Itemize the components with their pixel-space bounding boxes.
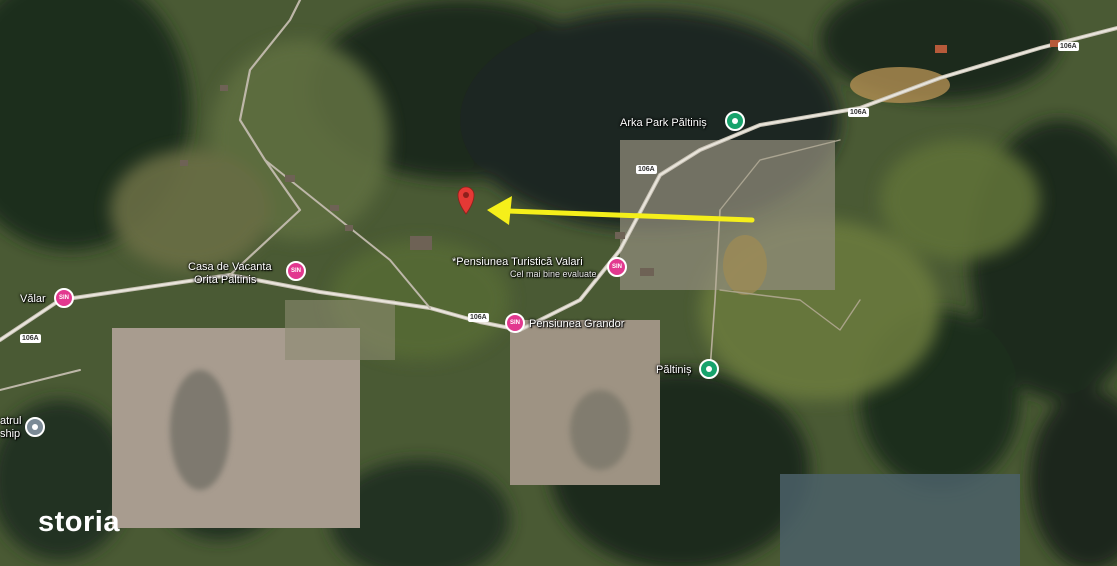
place-marker-paltinis[interactable] (699, 359, 719, 379)
place-label-grandor[interactable]: Pensiunea Grandor (529, 318, 624, 331)
storia-logo: storia (38, 506, 120, 538)
place-label-casa-orita-line2[interactable]: Orita Paltinis (194, 274, 256, 287)
place-note-valari: Cel mai bine evaluate (510, 269, 597, 279)
place-marker-casa-orita[interactable]: SIN (286, 261, 306, 281)
hotel-icon: SIN (509, 320, 520, 326)
place-label-valari[interactable]: *Pensiunea Turistică Valari (452, 256, 583, 269)
place-label-paltinis[interactable]: Păltiniș (656, 364, 691, 377)
place-marker-valari[interactable]: SIN (607, 257, 627, 277)
hotel-icon: SIN (58, 295, 69, 301)
place-marker-atrul-ship[interactable] (25, 417, 45, 437)
road-label-106a: 106A (468, 313, 489, 322)
place-label-arka-park[interactable]: Arka Park Păltiniș (620, 117, 707, 130)
place-label-atrul-ship-line2[interactable]: ship (0, 428, 20, 441)
place-marker-grandor[interactable]: SIN (505, 313, 525, 333)
road-label-106a: 106A (1058, 42, 1079, 51)
satellite-map[interactable]: 106A 106A 106A 106A 106A Arka Park Pălti… (0, 0, 1117, 566)
hotel-icon: SIN (290, 268, 301, 274)
hotel-icon: SIN (611, 264, 622, 270)
road-label-106a: 106A (636, 165, 657, 174)
map-imagery (0, 0, 1117, 566)
place-label-casa-orita-line1[interactable]: Casa de Vacanta (188, 261, 272, 274)
road-label-106a: 106A (848, 108, 869, 117)
place-marker-valar[interactable]: SIN (54, 288, 74, 308)
road-label-106a: 106A (20, 334, 41, 343)
place-label-atrul-ship-line1[interactable]: atrul (0, 415, 21, 428)
place-label-valar[interactable]: Vălar (20, 293, 46, 306)
place-marker-arka-park[interactable] (725, 111, 745, 131)
